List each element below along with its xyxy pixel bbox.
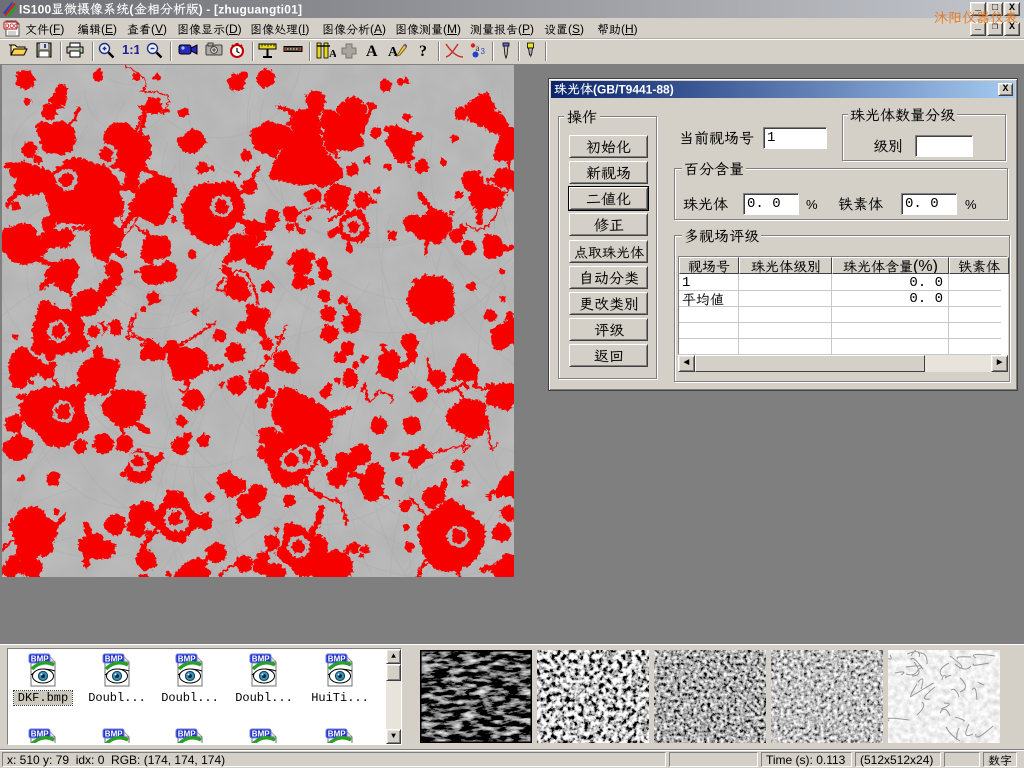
svg-text:?: ? [419,43,427,58]
svg-text:1:1: 1:1 [122,42,139,56]
svg-text:A: A [329,48,336,59]
svg-text:DOC: DOC [5,24,19,30]
svg-text:3: 3 [481,47,486,56]
svg-text:A: A [366,43,378,58]
svg-text:a: a [476,43,480,53]
